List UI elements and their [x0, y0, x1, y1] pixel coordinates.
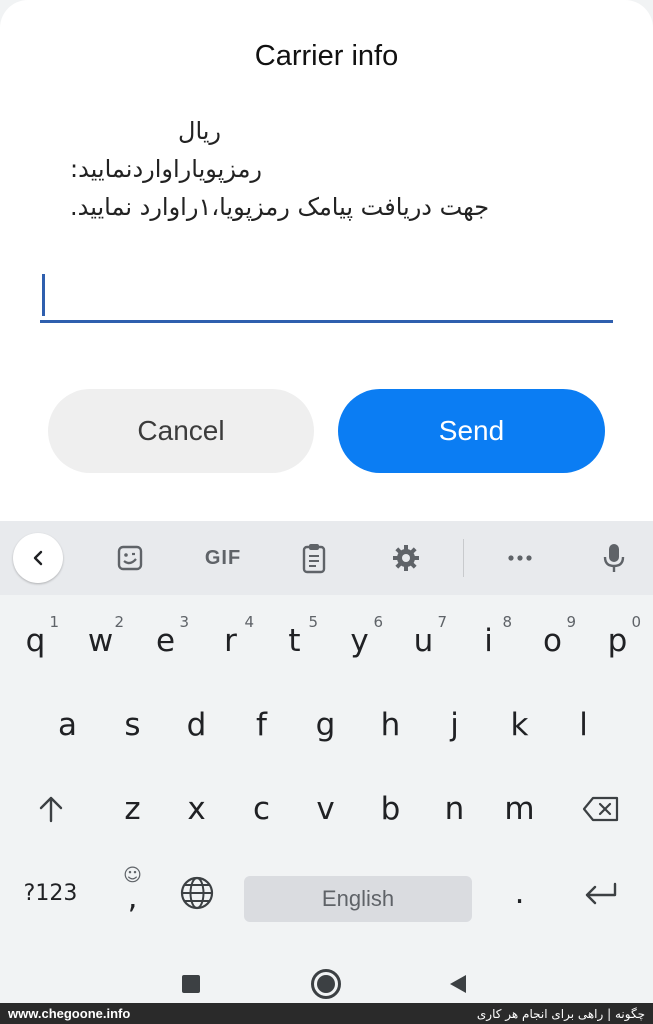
key-hint: 0	[631, 613, 641, 631]
key-e[interactable]: e3	[133, 599, 198, 683]
key-hint: 1	[49, 613, 59, 631]
dialog-message: ریال رمزپویاراواردنمایید: جهت دریافت پیا…	[70, 112, 540, 226]
send-button[interactable]: Send	[338, 389, 605, 473]
key-y[interactable]: y6	[327, 599, 392, 683]
keyboard-toolbar: GIF	[0, 521, 653, 595]
home-circle-icon[interactable]	[311, 969, 341, 999]
period-key[interactable]: .	[487, 851, 552, 935]
key-c[interactable]: c	[229, 767, 294, 851]
key-x[interactable]: x	[164, 767, 229, 851]
back-chevron-icon[interactable]	[13, 533, 63, 583]
key-v[interactable]: v	[293, 767, 358, 851]
key-hint: 2	[114, 613, 124, 631]
key-hint: 7	[437, 613, 447, 631]
backspace-icon	[582, 796, 618, 822]
key-t[interactable]: t5	[262, 599, 327, 683]
symbols-key[interactable]: ?123	[18, 851, 83, 935]
smiley-icon: ☺	[123, 865, 142, 886]
watermark-footer: www.chegoone.info چگونه | راهی برای انجا…	[0, 1003, 653, 1024]
more-dots-icon[interactable]	[494, 521, 546, 595]
message-line-3: جهت دریافت پیامک رمزپویا،۱راوارد نمایید.	[70, 193, 490, 221]
response-input[interactable]	[40, 272, 613, 323]
key-h[interactable]: h	[358, 683, 423, 767]
key-u[interactable]: u7	[391, 599, 456, 683]
key-s[interactable]: s	[100, 683, 165, 767]
sticker-icon[interactable]	[104, 521, 156, 595]
back-triangle-icon[interactable]	[448, 973, 468, 995]
key-k[interactable]: k	[487, 683, 552, 767]
emoji-comma-key[interactable]: ☺ ,	[100, 851, 165, 935]
key-z[interactable]: z	[100, 767, 165, 851]
key-hint: 4	[244, 613, 254, 631]
language-globe-key[interactable]	[164, 851, 229, 935]
key-l[interactable]: l	[551, 683, 616, 767]
home-circle-inner	[317, 975, 335, 993]
microphone-icon[interactable]	[588, 521, 640, 595]
key-w[interactable]: w2	[68, 599, 133, 683]
clipboard-icon[interactable]	[288, 521, 340, 595]
key-d[interactable]: d	[164, 683, 229, 767]
message-line-2: رمزپویاراواردنمایید:	[70, 155, 263, 183]
cancel-button[interactable]: Cancel	[48, 389, 314, 473]
key-o[interactable]: o9	[520, 599, 585, 683]
toolbar-divider	[463, 539, 464, 577]
recents-square-icon[interactable]	[182, 975, 200, 993]
space-bar[interactable]: English	[244, 876, 472, 922]
key-r[interactable]: r4	[198, 599, 263, 683]
key-j[interactable]: j	[422, 683, 487, 767]
footer-url: www.chegoone.info	[8, 1006, 131, 1021]
backspace-key[interactable]	[568, 767, 633, 851]
shift-key[interactable]	[18, 767, 83, 851]
key-m[interactable]: m	[487, 767, 552, 851]
key-a[interactable]: a	[35, 683, 100, 767]
key-b[interactable]: b	[358, 767, 423, 851]
enter-key[interactable]	[568, 851, 633, 935]
key-p[interactable]: p0	[585, 599, 650, 683]
key-n[interactable]: n	[422, 767, 487, 851]
key-f[interactable]: f	[229, 683, 294, 767]
key-i[interactable]: i8	[456, 599, 521, 683]
carrier-info-dialog: Carrier info ریال رمزپویاراواردنمایید: ج…	[0, 0, 653, 521]
key-hint: 5	[308, 613, 318, 631]
key-hint: 6	[373, 613, 383, 631]
enter-arrow-icon	[585, 882, 616, 905]
key-hint: 9	[566, 613, 576, 631]
footer-tagline: چگونه | راهی برای انجام هر کاری	[476, 1006, 645, 1021]
dialog-title: Carrier info	[254, 40, 399, 72]
shift-arrow-icon	[39, 796, 62, 823]
message-line-1: ریال	[178, 117, 222, 145]
key-hint: 8	[502, 613, 512, 631]
key-g[interactable]: g	[293, 683, 358, 767]
globe-icon	[180, 876, 213, 910]
settings-gear-icon[interactable]	[380, 521, 432, 595]
key-q[interactable]: q1	[3, 599, 68, 683]
text-caret	[42, 274, 45, 316]
navigation-bar	[0, 945, 653, 1003]
gif-icon[interactable]: GIF	[195, 521, 251, 595]
key-hint: 3	[179, 613, 189, 631]
